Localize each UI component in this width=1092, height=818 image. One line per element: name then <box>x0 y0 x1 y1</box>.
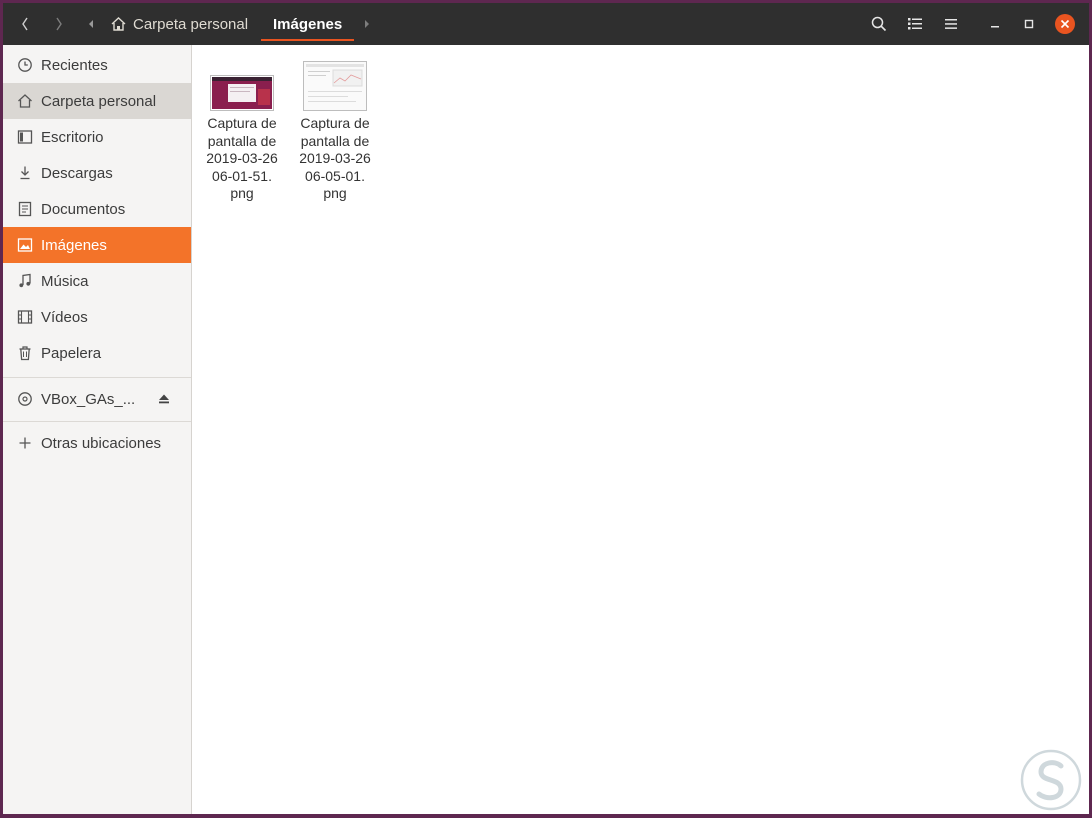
sidebar-item-label: Vídeos <box>41 308 88 326</box>
file-name-line: pantalla de <box>300 132 370 149</box>
sidebar-item-label: Otras ubicaciones <box>41 434 162 452</box>
file-name: Captura de pantalla de 2019-03-26 06-05-… <box>290 115 380 203</box>
sidebar-separator <box>3 377 191 378</box>
eject-button[interactable] <box>157 391 171 407</box>
sidebar-item-recientes[interactable]: Recientes <box>3 47 191 83</box>
desktop-icon <box>17 130 33 144</box>
music-icon <box>19 273 31 288</box>
file-name-line: Captura de <box>300 115 370 131</box>
download-icon <box>20 166 30 180</box>
sidebar-item-escritorio[interactable]: Escritorio <box>3 119 191 155</box>
file-thumbnail <box>197 53 287 111</box>
file-name-line: png <box>323 185 347 201</box>
file-manager-window: Carpeta personal Imágenes Recientes Carp… <box>3 3 1089 814</box>
file-view: Captura de pantalla de 2019-03-26 06-01-… <box>192 45 1089 814</box>
breadcrumb-home[interactable]: Carpeta personal <box>110 3 248 45</box>
breadcrumb-active-indicator <box>261 39 354 41</box>
sidebar-item-label: VBox_GAs_... <box>41 390 136 408</box>
minimize-icon <box>991 26 999 28</box>
chevron-left-icon <box>22 17 28 31</box>
maximize-icon <box>1024 19 1034 29</box>
plus-icon <box>19 437 31 449</box>
sidebar-item-papelera[interactable]: Papelera <box>3 335 191 371</box>
arrow-left-icon <box>89 20 93 28</box>
header-bar: Carpeta personal Imágenes <box>3 3 1089 45</box>
file-name-line: png <box>230 185 254 201</box>
image-thumbnail-icon <box>210 75 274 111</box>
arrow-right-icon <box>365 20 369 28</box>
document-icon <box>18 201 32 217</box>
sidebar-item-label: Imágenes <box>41 236 107 254</box>
file-name-line: 06-01-51. <box>212 167 272 184</box>
main-menu-button[interactable] <box>937 3 965 45</box>
maximize-button[interactable] <box>1015 3 1043 45</box>
file-name-line: 2019-03-26 <box>206 150 278 166</box>
sidebar-item-videos[interactable]: Vídeos <box>3 299 191 335</box>
close-button[interactable] <box>1053 3 1077 45</box>
sidebar-item-label: Carpeta personal <box>41 92 157 110</box>
sidebar-item-label: Escritorio <box>41 128 104 146</box>
logo-watermark <box>1020 749 1082 811</box>
view-list-icon <box>908 18 922 30</box>
image-icon <box>17 238 33 252</box>
file-name-line: 2019-03-26 <box>299 150 371 166</box>
forward-button[interactable] <box>45 3 73 45</box>
video-icon <box>17 310 33 324</box>
menu-icon <box>945 19 957 29</box>
eject-icon <box>159 394 169 404</box>
view-mode-button[interactable] <box>901 3 929 45</box>
sidebar-item-label: Papelera <box>41 344 102 362</box>
sidebar-item-label: Música <box>41 272 89 290</box>
file-name-line: pantalla de <box>207 132 277 149</box>
sidebar-item-musica[interactable]: Música <box>3 263 191 299</box>
search-icon <box>871 16 887 32</box>
image-thumbnail-icon <box>303 61 367 111</box>
sidebar: Recientes Carpeta personal Escritorio De… <box>3 45 192 814</box>
disc-icon <box>18 392 32 406</box>
breadcrumb-scroll-left[interactable] <box>83 3 99 45</box>
breadcrumb-scroll-right[interactable] <box>359 3 375 45</box>
chevron-right-icon <box>56 17 62 31</box>
sidebar-item-otras-ubicaciones[interactable]: Otras ubicaciones <box>3 425 191 461</box>
breadcrumb-label: Imágenes <box>273 15 343 33</box>
file-item[interactable]: Captura de pantalla de 2019-03-26 06-05-… <box>290 53 380 203</box>
minimize-button[interactable] <box>981 3 1009 45</box>
search-button[interactable] <box>865 3 893 45</box>
file-item[interactable]: Captura de pantalla de 2019-03-26 06-01-… <box>197 53 287 203</box>
sidebar-item-device[interactable]: VBox_GAs_... <box>3 381 191 417</box>
clock-icon <box>18 58 32 72</box>
sidebar-item-imagenes[interactable]: Imágenes <box>3 227 191 263</box>
sidebar-item-label: Recientes <box>41 56 108 74</box>
sidebar-separator <box>3 421 191 422</box>
file-name-line: 06-05-01. <box>305 167 365 184</box>
home-icon <box>111 17 126 31</box>
file-name-line: Captura de <box>207 115 277 131</box>
sidebar-item-carpeta-personal[interactable]: Carpeta personal <box>3 83 191 119</box>
breadcrumb-label: Carpeta personal <box>133 15 249 33</box>
close-icon <box>1055 14 1075 34</box>
sidebar-item-label: Descargas <box>41 164 113 182</box>
sidebar-item-descargas[interactable]: Descargas <box>3 155 191 191</box>
back-button[interactable] <box>11 3 39 45</box>
trash-icon <box>19 346 31 361</box>
file-thumbnail <box>290 53 380 111</box>
sidebar-item-documentos[interactable]: Documentos <box>3 191 191 227</box>
file-name: Captura de pantalla de 2019-03-26 06-01-… <box>197 115 287 203</box>
sidebar-item-label: Documentos <box>41 200 126 218</box>
home-icon <box>18 94 32 108</box>
